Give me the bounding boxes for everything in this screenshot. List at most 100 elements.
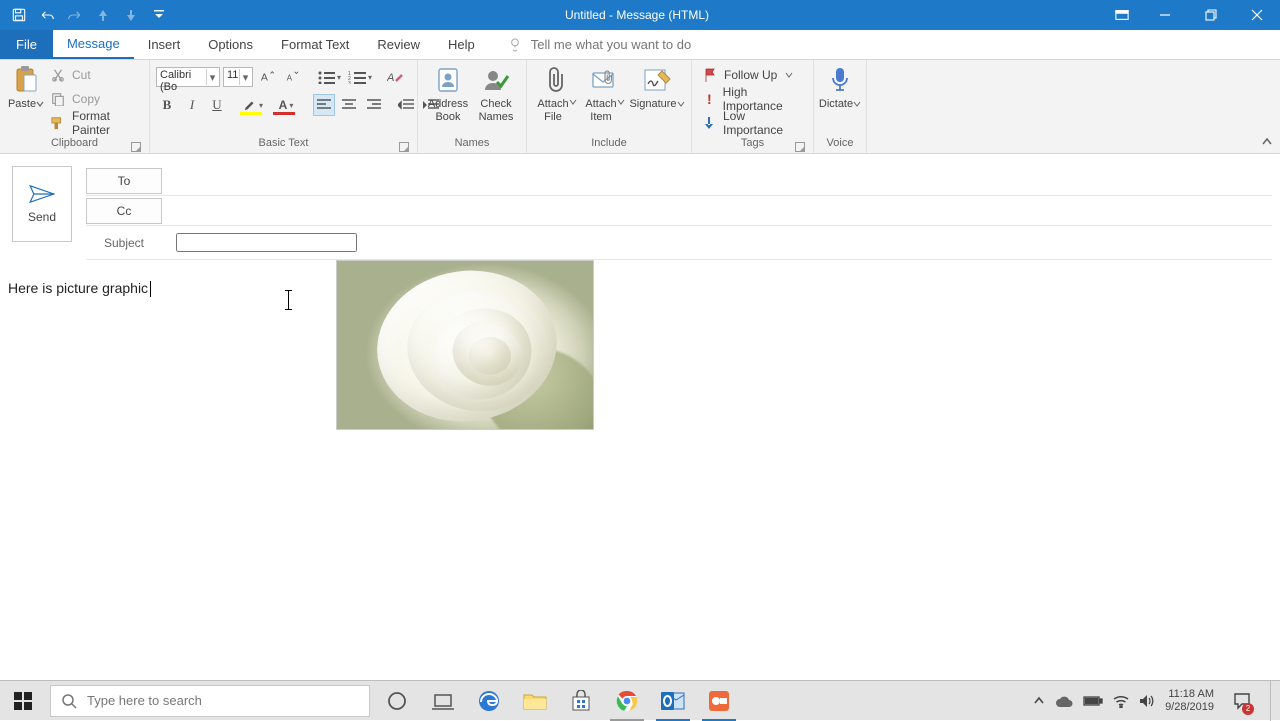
underline-button[interactable]: U: [206, 94, 228, 116]
attach-item-button[interactable]: Attach Item: [581, 62, 629, 126]
show-desktop-button[interactable]: [1270, 681, 1276, 721]
save-icon[interactable]: [6, 2, 32, 28]
attach-file-button[interactable]: Attach File: [533, 62, 581, 126]
signature-icon: [641, 64, 673, 96]
copy-button[interactable]: Copy: [46, 88, 143, 110]
font-color-button[interactable]: A▾: [271, 94, 301, 116]
shrink-font-button[interactable]: A: [281, 66, 303, 88]
chevron-down-icon: ▾: [239, 69, 251, 85]
basic-text-dialog-launcher[interactable]: [399, 142, 409, 152]
send-button[interactable]: Send: [12, 166, 72, 242]
svg-text:A: A: [261, 72, 268, 84]
tab-insert[interactable]: Insert: [134, 30, 195, 59]
numbering-button[interactable]: 123▾: [346, 66, 374, 88]
address-book-button[interactable]: Address Book: [424, 62, 472, 126]
cortana-button[interactable]: [374, 681, 420, 721]
customize-qat-icon[interactable]: [146, 2, 172, 28]
high-importance-button[interactable]: !High Importance: [698, 88, 807, 110]
taskbar-search[interactable]: Type here to search: [50, 685, 370, 717]
volume-icon[interactable]: [1139, 694, 1155, 708]
action-center-button[interactable]: 2: [1224, 681, 1260, 721]
subject-field[interactable]: [176, 233, 357, 252]
clear-formatting-button[interactable]: A: [384, 66, 406, 88]
decrease-indent-button[interactable]: [395, 94, 417, 116]
taskbar-app-chrome[interactable]: [604, 681, 650, 721]
font-size-combo[interactable]: 11▾: [223, 67, 253, 87]
paste-icon: [10, 64, 42, 96]
taskbar-app-outlook[interactable]: [650, 681, 696, 721]
to-field[interactable]: [176, 168, 1272, 194]
taskbar-search-placeholder: Type here to search: [87, 693, 202, 708]
clipboard-dialog-launcher[interactable]: [131, 142, 141, 152]
tray-overflow-icon[interactable]: [1033, 695, 1045, 707]
cc-field[interactable]: [176, 198, 1272, 224]
cut-icon: [50, 67, 66, 83]
next-item-icon: [118, 2, 144, 28]
dictate-button[interactable]: Dictate: [820, 62, 860, 126]
cc-button[interactable]: Cc: [86, 198, 162, 224]
cut-button[interactable]: Cut: [46, 64, 143, 86]
message-body[interactable]: Here is picture graphic: [0, 260, 1280, 690]
taskbar-app-explorer[interactable]: [512, 681, 558, 721]
tab-options[interactable]: Options: [194, 30, 267, 59]
tab-format-text[interactable]: Format Text: [267, 30, 363, 59]
tab-file[interactable]: File: [0, 30, 53, 59]
body-text: Here is picture graphic: [8, 280, 151, 297]
text-cursor-icon: [288, 290, 289, 310]
paste-button[interactable]: Paste: [6, 62, 46, 126]
subject-label: Subject: [86, 236, 162, 250]
taskbar: Type here to search 11:18 AM 9/28/2019 2: [0, 680, 1280, 720]
to-button[interactable]: To: [86, 168, 162, 194]
onedrive-icon[interactable]: [1055, 695, 1073, 707]
flag-icon: [702, 67, 718, 83]
task-view-button[interactable]: [420, 681, 466, 721]
bold-button[interactable]: B: [156, 94, 178, 116]
compose-header: Send To Cc Subject: [0, 154, 1280, 260]
microphone-icon: [824, 64, 856, 96]
notification-badge: 2: [1242, 703, 1254, 715]
grow-font-button[interactable]: A: [256, 66, 278, 88]
tell-me-search[interactable]: Tell me what you want to do: [489, 30, 691, 59]
tray-clock[interactable]: 11:18 AM 9/28/2019: [1165, 688, 1214, 712]
italic-button[interactable]: I: [181, 94, 203, 116]
follow-up-button[interactable]: Follow Up: [698, 64, 797, 86]
check-names-button[interactable]: Check Names: [472, 62, 520, 126]
title-bar: Untitled - Message (HTML): [0, 0, 1280, 30]
tab-review[interactable]: Review: [363, 30, 434, 59]
chevron-down-icon: ▾: [206, 69, 218, 85]
ribbon-display-options-icon[interactable]: [1102, 0, 1142, 30]
low-importance-button[interactable]: Low Importance: [698, 112, 807, 134]
bullets-button[interactable]: ▾: [315, 66, 343, 88]
collapse-ribbon-button[interactable]: [1258, 133, 1276, 151]
signature-button[interactable]: Signature: [629, 62, 685, 126]
align-right-button[interactable]: [363, 94, 385, 116]
close-button[interactable]: [1234, 0, 1280, 30]
start-button[interactable]: [0, 681, 46, 721]
wifi-icon[interactable]: [1113, 694, 1129, 708]
tab-help[interactable]: Help: [434, 30, 489, 59]
battery-icon[interactable]: [1083, 695, 1103, 707]
taskbar-app-recorder[interactable]: [696, 681, 742, 721]
ribbon-group-tags: Follow Up !High Importance Low Importanc…: [692, 60, 814, 153]
ribbon: Paste Cut Copy Format Painter Clipboard …: [0, 60, 1280, 154]
align-left-button[interactable]: [313, 94, 335, 116]
taskbar-app-store[interactable]: [558, 681, 604, 721]
font-name-combo[interactable]: Calibri (Bo▾: [156, 67, 220, 87]
minimize-button[interactable]: [1142, 0, 1188, 30]
tab-message[interactable]: Message: [53, 30, 134, 59]
format-painter-button[interactable]: Format Painter: [46, 112, 143, 134]
taskbar-app-edge[interactable]: [466, 681, 512, 721]
previous-item-icon: [90, 2, 116, 28]
tags-dialog-launcher[interactable]: [795, 142, 805, 152]
embedded-image[interactable]: [336, 260, 594, 430]
window-controls: [1102, 0, 1280, 30]
paperclip-icon: [541, 64, 573, 96]
system-tray: 11:18 AM 9/28/2019 2: [1033, 681, 1280, 721]
highlight-color-button[interactable]: ▾: [238, 94, 268, 116]
align-center-button[interactable]: [338, 94, 360, 116]
svg-text:A: A: [387, 72, 394, 84]
undo-icon[interactable]: [34, 2, 60, 28]
ribbon-group-names: Address Book Check Names Names: [418, 60, 527, 153]
address-book-icon: [432, 64, 464, 96]
maximize-button[interactable]: [1188, 0, 1234, 30]
